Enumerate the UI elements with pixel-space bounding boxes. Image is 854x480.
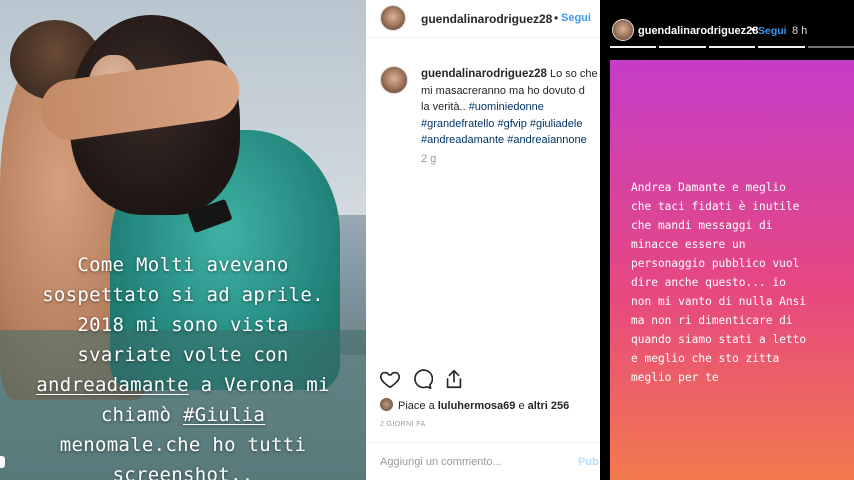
post-header: guendalinarodriguez28 • Segui: [366, 0, 600, 38]
story-line: screenshot..: [112, 464, 254, 480]
follow-button[interactable]: Segui: [758, 25, 787, 37]
comment-icon[interactable]: [411, 368, 433, 390]
share-icon[interactable]: [443, 368, 465, 390]
separator-dot: •: [751, 24, 755, 36]
story-message: Andrea Damante e meglio che taci fidati …: [631, 178, 853, 387]
follow-button[interactable]: Segui: [561, 12, 591, 24]
hashtag-link[interactable]: #Giulia: [183, 404, 265, 426]
story-username[interactable]: guendalinarodriguez28: [638, 25, 758, 37]
story-line: personaggio pubblico vuol: [631, 257, 800, 270]
story-line: non mi vanto di nulla Ansi: [631, 295, 807, 308]
story-line: chiamò #Giulia: [100, 404, 266, 426]
comment-input[interactable]: Aggiungi un commento...: [380, 456, 502, 468]
story-age: 8 h: [792, 25, 808, 37]
publish-button[interactable]: Pub: [578, 456, 599, 468]
post-actions-bar: [366, 368, 600, 392]
story-line: Come Molti avevano: [77, 254, 289, 276]
story-line: e meglio che sto zitta: [631, 352, 780, 365]
caption-username[interactable]: guendalinarodriguez28: [421, 68, 547, 80]
story-progress-bar: [610, 46, 854, 49]
story-line: ma non ri dimenticare di: [631, 314, 793, 327]
post-username[interactable]: guendalinarodriguez28: [421, 12, 552, 26]
likes-summary: Piace a luluhermosa69 e altri 256: [380, 398, 600, 414]
hashtag-link[interactable]: #gfvip: [497, 118, 526, 130]
story-photo-panel: Come Molti avevano sospettato si ad apri…: [0, 0, 366, 480]
hashtag-link[interactable]: #giuliadele: [530, 118, 583, 130]
post-date: 2 GIORNI FA: [380, 421, 426, 428]
text-story-panel: guendalinarodriguez28 • Segui 8 h Andrea…: [600, 0, 854, 480]
story-line: quando siamo stati a letto: [631, 333, 807, 346]
story-caption: Come Molti avevano sospettato si ad apri…: [0, 250, 366, 480]
hashtag-link[interactable]: #andreaiannone: [507, 134, 587, 146]
story-line: dire anche questo... io: [631, 276, 786, 289]
instagram-post-panel: guendalinarodriguez28 • Segui guendalina…: [366, 0, 600, 480]
story-line: 2018 mi sono vista: [77, 314, 289, 336]
story-nav-indicator[interactable]: [0, 456, 5, 468]
story-line: svariate volte con: [77, 344, 289, 366]
progress-segment: [708, 46, 756, 48]
add-comment-bar: Aggiungi un commento... Pub: [366, 442, 600, 480]
progress-segment: [758, 46, 805, 48]
progress-segment: [659, 46, 706, 48]
progress-segment: [807, 46, 854, 48]
hashtag-link[interactable]: #uominiedonne: [469, 101, 544, 113]
liker-username[interactable]: luluhermosa69: [438, 400, 516, 412]
heart-icon[interactable]: [379, 368, 401, 390]
story-line: che taci fidati è inutile: [631, 200, 800, 213]
separator-dot: •: [554, 11, 559, 25]
mention-link[interactable]: andreadamante: [36, 374, 189, 396]
story-line: meglio per te: [631, 371, 719, 384]
hashtag-link[interactable]: #grandefratello: [421, 118, 494, 130]
hashtag-link[interactable]: #andreadamante: [421, 134, 504, 146]
avatar[interactable]: [380, 66, 408, 94]
avatar: [380, 398, 393, 411]
progress-segment: [610, 46, 657, 48]
avatar[interactable]: [612, 19, 634, 41]
other-likes-link[interactable]: altri 256: [528, 400, 570, 412]
comment-timestamp: 2 g: [421, 153, 437, 165]
caption-text: guendalinarodriguez28 Lo so che mi masac…: [421, 68, 598, 146]
story-line: menomale.che ho tutti: [59, 434, 307, 456]
story-line: minacce essere un: [631, 238, 746, 251]
story-line: Andrea Damante e meglio: [631, 181, 786, 194]
story-line: andreadamante a Verona mi: [36, 374, 330, 396]
avatar[interactable]: [380, 5, 406, 31]
story-line: che mandi messaggi di: [631, 219, 773, 232]
story-line: sospettato si ad aprile.: [42, 284, 324, 306]
